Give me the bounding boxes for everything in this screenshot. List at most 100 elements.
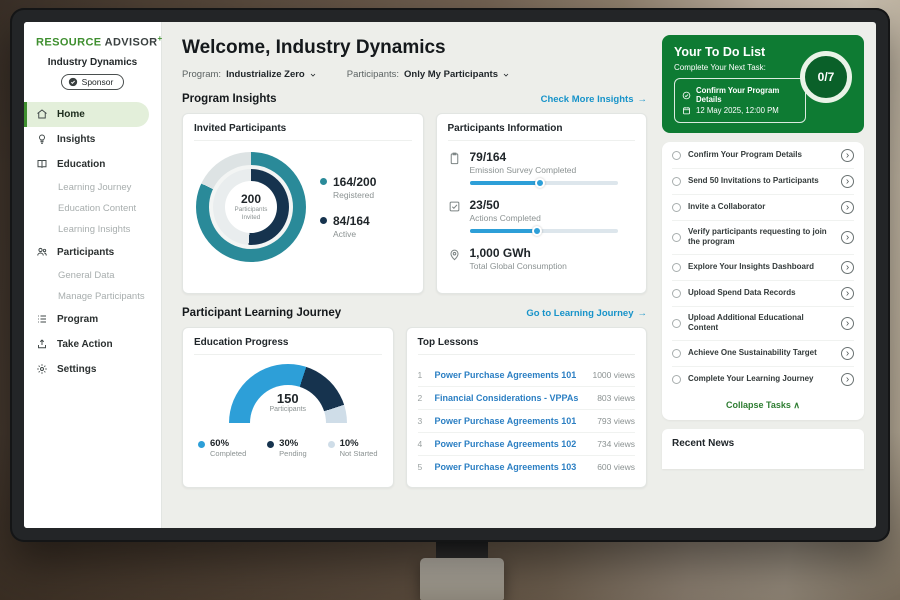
task-checkbox[interactable]	[672, 151, 681, 160]
participants-select-value: Only My Participants	[404, 69, 498, 80]
sidebar-item-participants[interactable]: Participants	[24, 240, 161, 265]
check-square-icon	[448, 200, 461, 213]
lesson-rank: 2	[418, 393, 427, 403]
logo-resource: RESOURCE	[36, 37, 102, 49]
sidebar-item-learning-journey[interactable]: Learning Journey	[24, 177, 161, 198]
sidebar-item-education-content[interactable]: Education Content	[24, 198, 161, 219]
org-name: Industry Dynamics	[24, 57, 161, 68]
sidebar-item-label: Manage Participants	[58, 291, 145, 302]
chevron-right-icon[interactable]: ›	[841, 201, 854, 214]
participants-select[interactable]: Participants: Only My Participants	[347, 69, 510, 80]
link-label: Check More Insights	[541, 94, 634, 105]
lesson-rank: 5	[418, 462, 427, 472]
next-task-label: Confirm Your Program Details	[696, 86, 798, 104]
education-progress-card: Education Progress 150 Participants 60%	[182, 327, 394, 488]
sidebar-item-home[interactable]: Home	[24, 102, 149, 127]
lesson-link[interactable]: Power Purchase Agreements 101	[435, 416, 590, 426]
legend-dot	[198, 441, 205, 448]
task-checkbox[interactable]	[672, 203, 681, 212]
task-checkbox[interactable]	[672, 289, 681, 298]
arrow-right-icon: →	[638, 308, 648, 319]
sponsor-badge[interactable]: Sponsor	[61, 74, 125, 90]
legend-label: Completed	[210, 449, 246, 458]
task-checkbox[interactable]	[672, 319, 681, 328]
program-select[interactable]: Program: Industrialize Zero	[182, 69, 317, 80]
task-checkbox[interactable]	[672, 349, 681, 358]
legend-item-not-started: 10% Not Started	[328, 438, 378, 458]
task-label: Invite a Collaborator	[688, 202, 834, 212]
task-row[interactable]: Explore Your Insights Dashboard ›	[672, 255, 854, 281]
chevron-right-icon[interactable]: ›	[841, 149, 854, 162]
clipboard-icon	[448, 152, 461, 165]
task-checkbox[interactable]	[672, 177, 681, 186]
chevron-right-icon[interactable]: ›	[841, 317, 854, 330]
task-row[interactable]: Send 50 Invitations to Participants ›	[672, 169, 854, 195]
chevron-right-icon[interactable]: ›	[841, 373, 854, 386]
gauge-center-value: 150	[229, 391, 347, 406]
next-task-box[interactable]: Confirm Your Program Details 12 May 2025…	[674, 78, 806, 123]
chevron-right-icon[interactable]: ›	[841, 261, 854, 274]
sidebar-item-take-action[interactable]: Take Action	[24, 332, 161, 357]
chevron-right-icon[interactable]: ›	[841, 231, 854, 244]
sidebar-item-manage-participants[interactable]: Manage Participants	[24, 286, 161, 307]
legend-dot	[320, 217, 327, 224]
chevron-right-icon[interactable]: ›	[841, 287, 854, 300]
go-to-learning-journey-link[interactable]: Go to Learning Journey →	[526, 308, 647, 319]
check-circle-icon	[682, 91, 691, 100]
book-icon	[36, 158, 49, 171]
legend-label: Registered	[333, 190, 376, 200]
task-checkbox[interactable]	[672, 233, 681, 242]
chevron-right-icon[interactable]: ›	[841, 347, 854, 360]
sidebar-item-general-data[interactable]: General Data	[24, 265, 161, 286]
sidebar: RESOURCE ADVISOR+ Industry Dynamics Spon…	[24, 22, 162, 528]
dashboard-screen: RESOURCE ADVISOR+ Industry Dynamics Spon…	[24, 22, 876, 528]
monitor-stand-base	[420, 558, 504, 600]
legend-value: 10%	[340, 438, 378, 449]
lesson-row: 3 Power Purchase Agreements 101 793 view…	[418, 410, 636, 433]
sidebar-item-label: Program	[57, 314, 98, 325]
task-row[interactable]: Verify participants requesting to join t…	[672, 221, 854, 255]
check-more-insights-link[interactable]: Check More Insights →	[541, 94, 647, 105]
lesson-views: 803 views	[597, 393, 635, 403]
chevron-down-icon	[502, 71, 510, 79]
sidebar-item-label: Learning Journey	[58, 182, 131, 193]
invited-legend: 164/200 Registered 84/164 Active	[320, 175, 376, 239]
lesson-link[interactable]: Power Purchase Agreements 102	[435, 439, 590, 449]
task-row[interactable]: Complete Your Learning Journey ›	[672, 367, 854, 392]
home-icon	[36, 108, 49, 121]
lesson-link[interactable]: Power Purchase Agreements 103	[435, 462, 590, 472]
chevron-up-icon: ∧	[793, 400, 800, 410]
task-checkbox[interactable]	[672, 263, 681, 272]
sidebar-item-program[interactable]: Program	[24, 307, 161, 332]
task-row[interactable]: Invite a Collaborator ›	[672, 195, 854, 221]
next-task-time: 12 May 2025, 12:00 PM	[696, 106, 779, 115]
sidebar-item-label: General Data	[58, 270, 115, 281]
invited-participants-card: Invited Participants 200 Participants In…	[182, 113, 424, 294]
sidebar-item-learning-insights[interactable]: Learning Insights	[24, 219, 161, 240]
task-label: Achieve One Sustainability Target	[688, 348, 834, 358]
lesson-link[interactable]: Financial Considerations - VPPAs	[435, 393, 590, 403]
upload-action-icon	[36, 338, 49, 351]
collapse-tasks-button[interactable]: Collapse Tasks ∧	[672, 392, 854, 419]
task-row[interactable]: Achieve One Sustainability Target ›	[672, 341, 854, 367]
task-row[interactable]: Confirm Your Program Details ›	[672, 143, 854, 169]
progress-track	[470, 181, 618, 185]
link-label: Go to Learning Journey	[526, 308, 633, 319]
sidebar-item-settings[interactable]: Settings	[24, 357, 161, 382]
task-label: Upload Additional Educational Content	[688, 313, 834, 334]
sidebar-item-education[interactable]: Education	[24, 152, 161, 177]
program-insights-title: Program Insights	[182, 93, 277, 105]
education-gauge-chart: 150 Participants	[229, 364, 347, 426]
lesson-link[interactable]: Power Purchase Agreements 101	[435, 370, 585, 380]
task-row[interactable]: Upload Spend Data Records ›	[672, 281, 854, 307]
education-legend: 60% Completed 30% Pending	[194, 438, 382, 458]
task-row[interactable]: Upload Additional Educational Content ›	[672, 307, 854, 341]
sidebar-item-label: Home	[57, 109, 85, 120]
sidebar-item-insights[interactable]: Insights	[24, 127, 161, 152]
filter-bar: Program: Industrialize Zero Participants…	[182, 69, 647, 80]
people-icon	[36, 246, 49, 259]
legend-item-registered: 164/200 Registered	[320, 175, 376, 200]
todo-summary-card: Your To Do List Complete Your Next Task:…	[662, 35, 864, 133]
chevron-right-icon[interactable]: ›	[841, 175, 854, 188]
task-checkbox[interactable]	[672, 375, 681, 384]
